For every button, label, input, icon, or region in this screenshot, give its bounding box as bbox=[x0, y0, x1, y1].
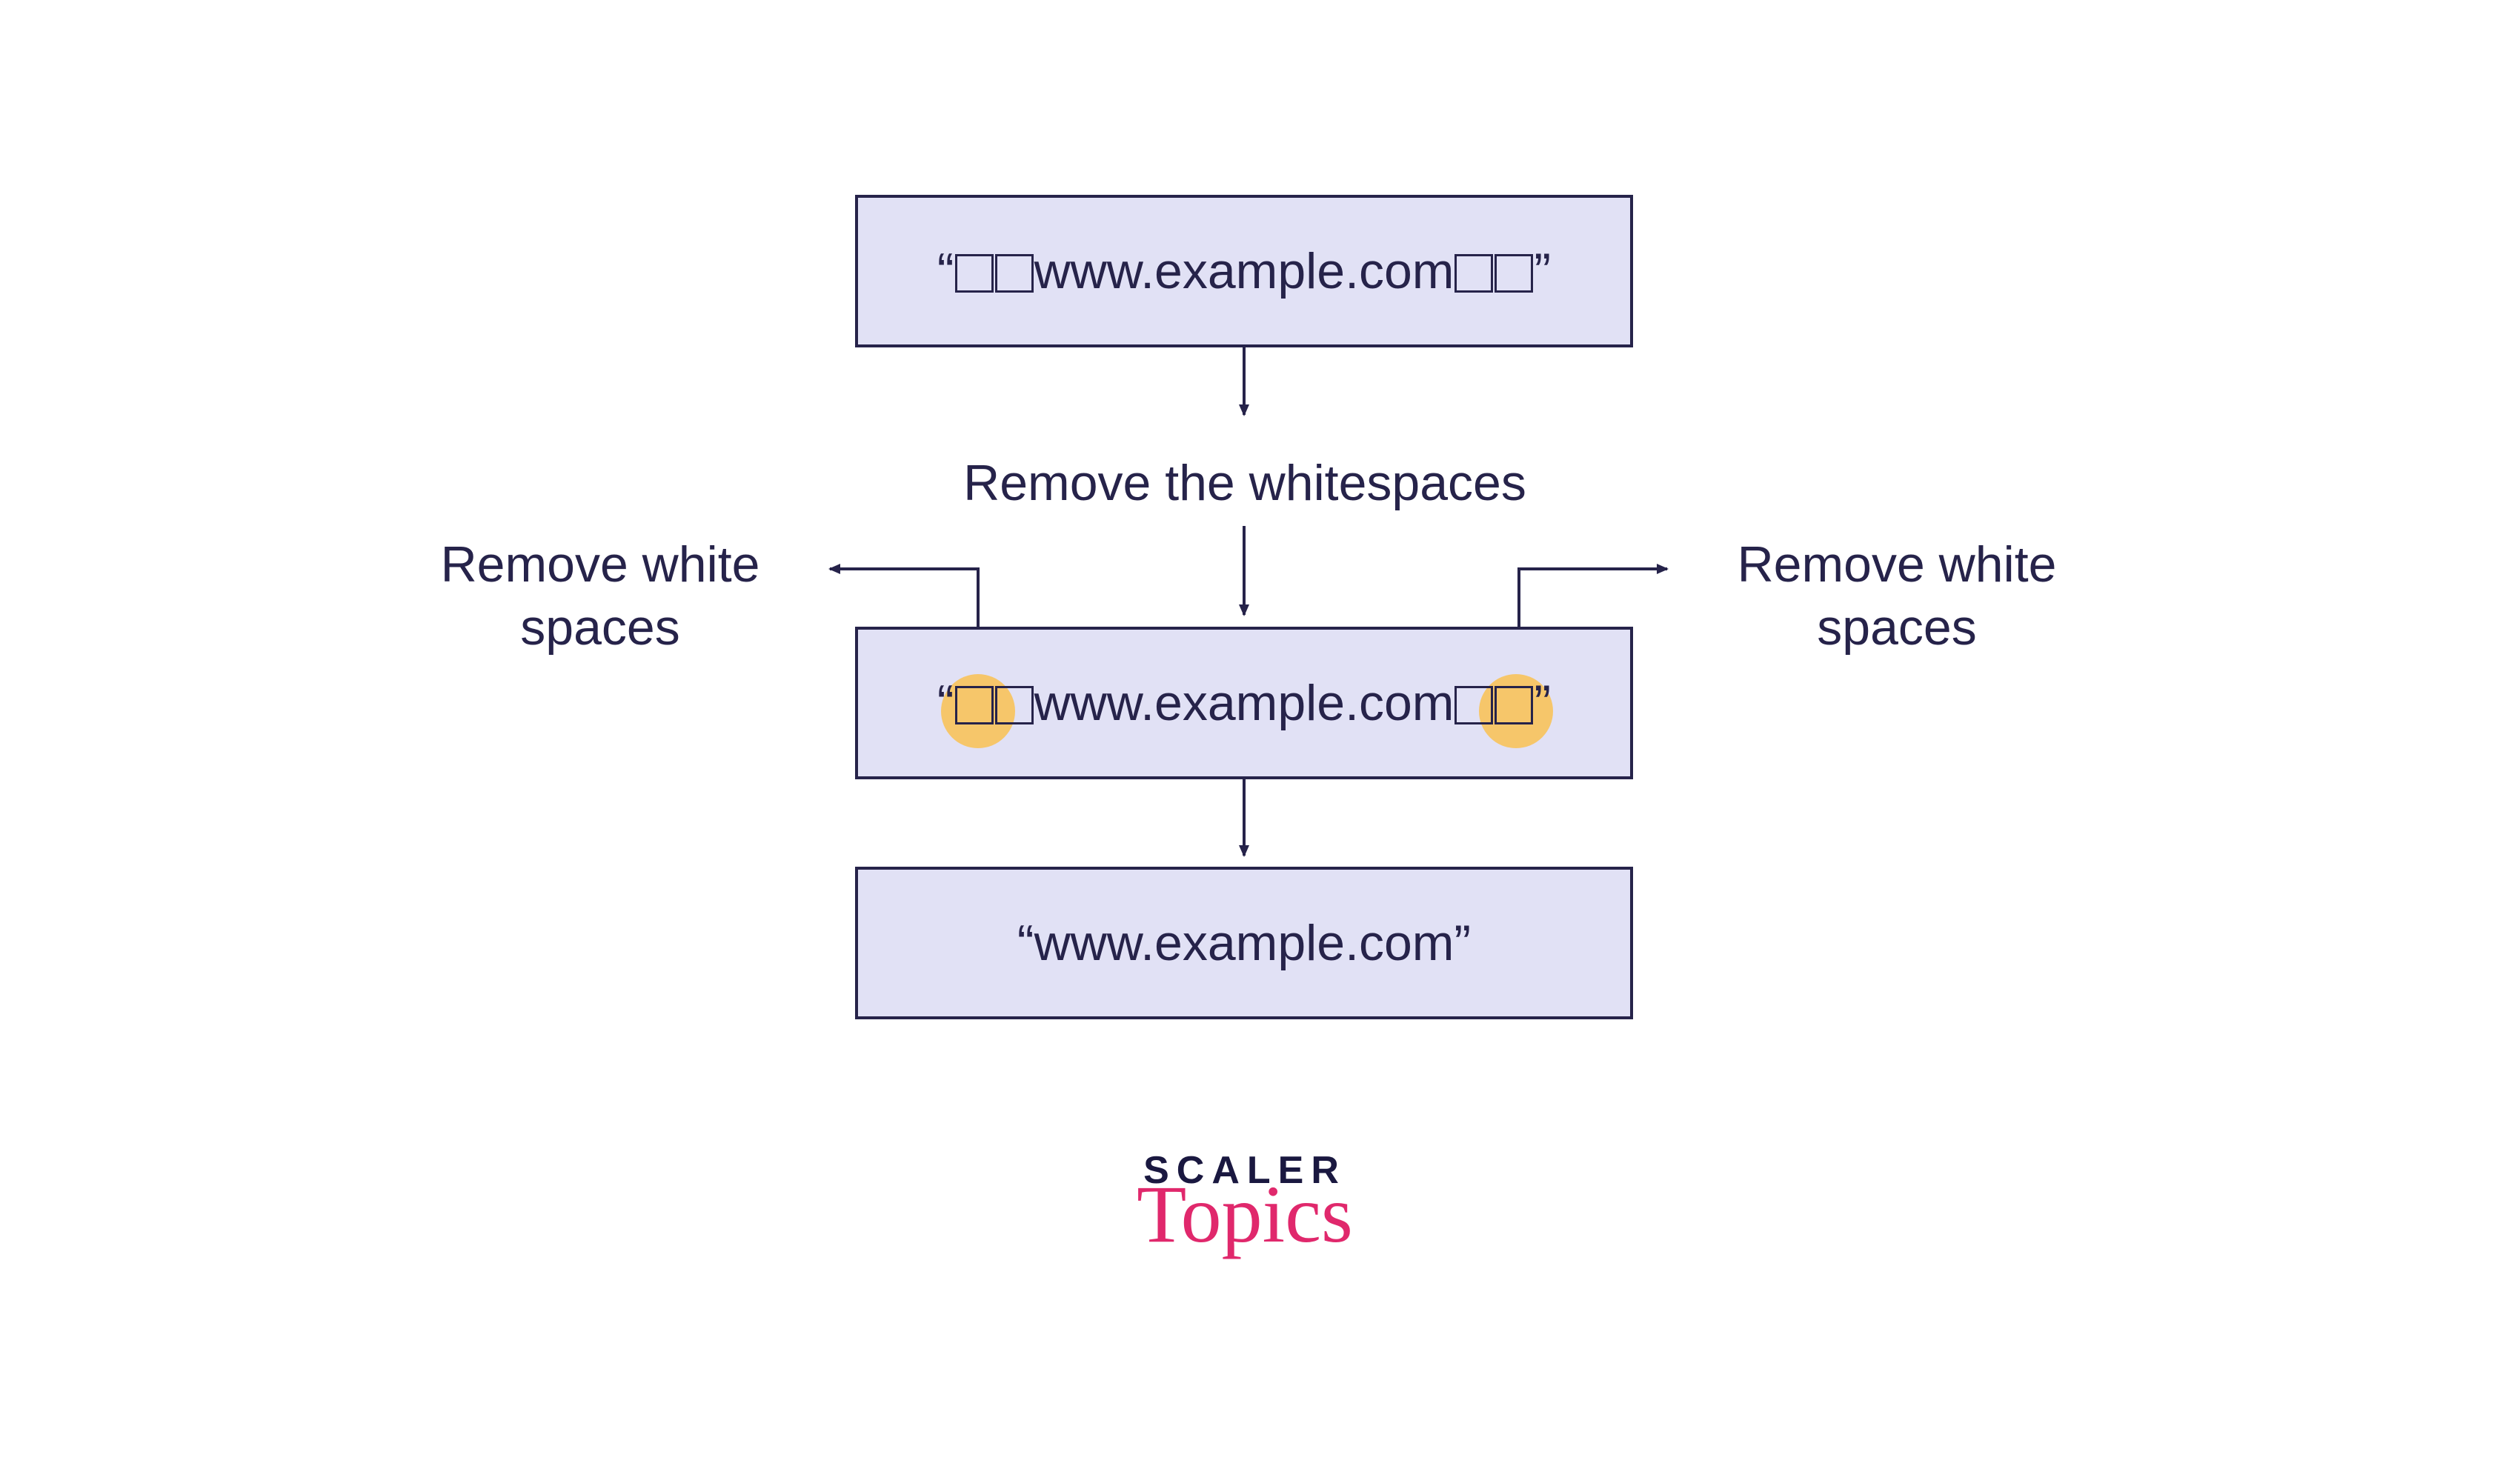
quote-open: “ bbox=[937, 675, 954, 731]
whitespace-square-icon bbox=[955, 686, 994, 724]
right-label: Remove white spaces bbox=[1689, 533, 2104, 659]
url-text: www.example.com bbox=[1034, 243, 1455, 299]
diagram-stage: “www.example.com” Remove the whitespaces… bbox=[0, 0, 2520, 1466]
quote-close: ” bbox=[1534, 675, 1551, 731]
url-text: www.example.com bbox=[1034, 915, 1455, 971]
whitespace-square-icon bbox=[995, 686, 1034, 724]
whitespace-square-icon bbox=[1495, 254, 1533, 293]
output-string-text: “www.example.com” bbox=[1017, 914, 1471, 972]
quote-close: ” bbox=[1454, 915, 1471, 971]
arrow-right-icon bbox=[1519, 569, 1667, 627]
step-label: Remove the whitespaces bbox=[815, 452, 1675, 515]
whitespace-square-icon bbox=[1455, 686, 1493, 724]
input-string-text: “ www.example.com ” bbox=[937, 242, 1551, 300]
quote-open: “ bbox=[1017, 915, 1034, 971]
logo-line2: Topics bbox=[1111, 1178, 1378, 1251]
processing-string-box: “ www.example.com ” bbox=[855, 627, 1633, 779]
quote-close: ” bbox=[1534, 243, 1551, 299]
input-string-box: “ www.example.com ” bbox=[855, 195, 1633, 347]
left-label-line1: Remove white bbox=[441, 536, 760, 593]
whitespace-square-icon bbox=[1455, 254, 1493, 293]
left-label-line2: spaces bbox=[520, 599, 679, 656]
whitespace-square-icon bbox=[955, 254, 994, 293]
whitespace-square-icon bbox=[1495, 686, 1533, 724]
whitespace-square-icon bbox=[995, 254, 1034, 293]
processing-string-text: “ www.example.com ” bbox=[937, 674, 1551, 732]
output-string-box: “www.example.com” bbox=[855, 867, 1633, 1019]
brand-logo: SCALER Topics bbox=[1111, 1148, 1378, 1251]
left-label: Remove white spaces bbox=[393, 533, 808, 659]
quote-open: “ bbox=[937, 243, 954, 299]
right-label-line2: spaces bbox=[1817, 599, 1976, 656]
url-text: www.example.com bbox=[1034, 675, 1455, 731]
arrow-left-icon bbox=[830, 569, 978, 627]
right-label-line1: Remove white bbox=[1738, 536, 2057, 593]
